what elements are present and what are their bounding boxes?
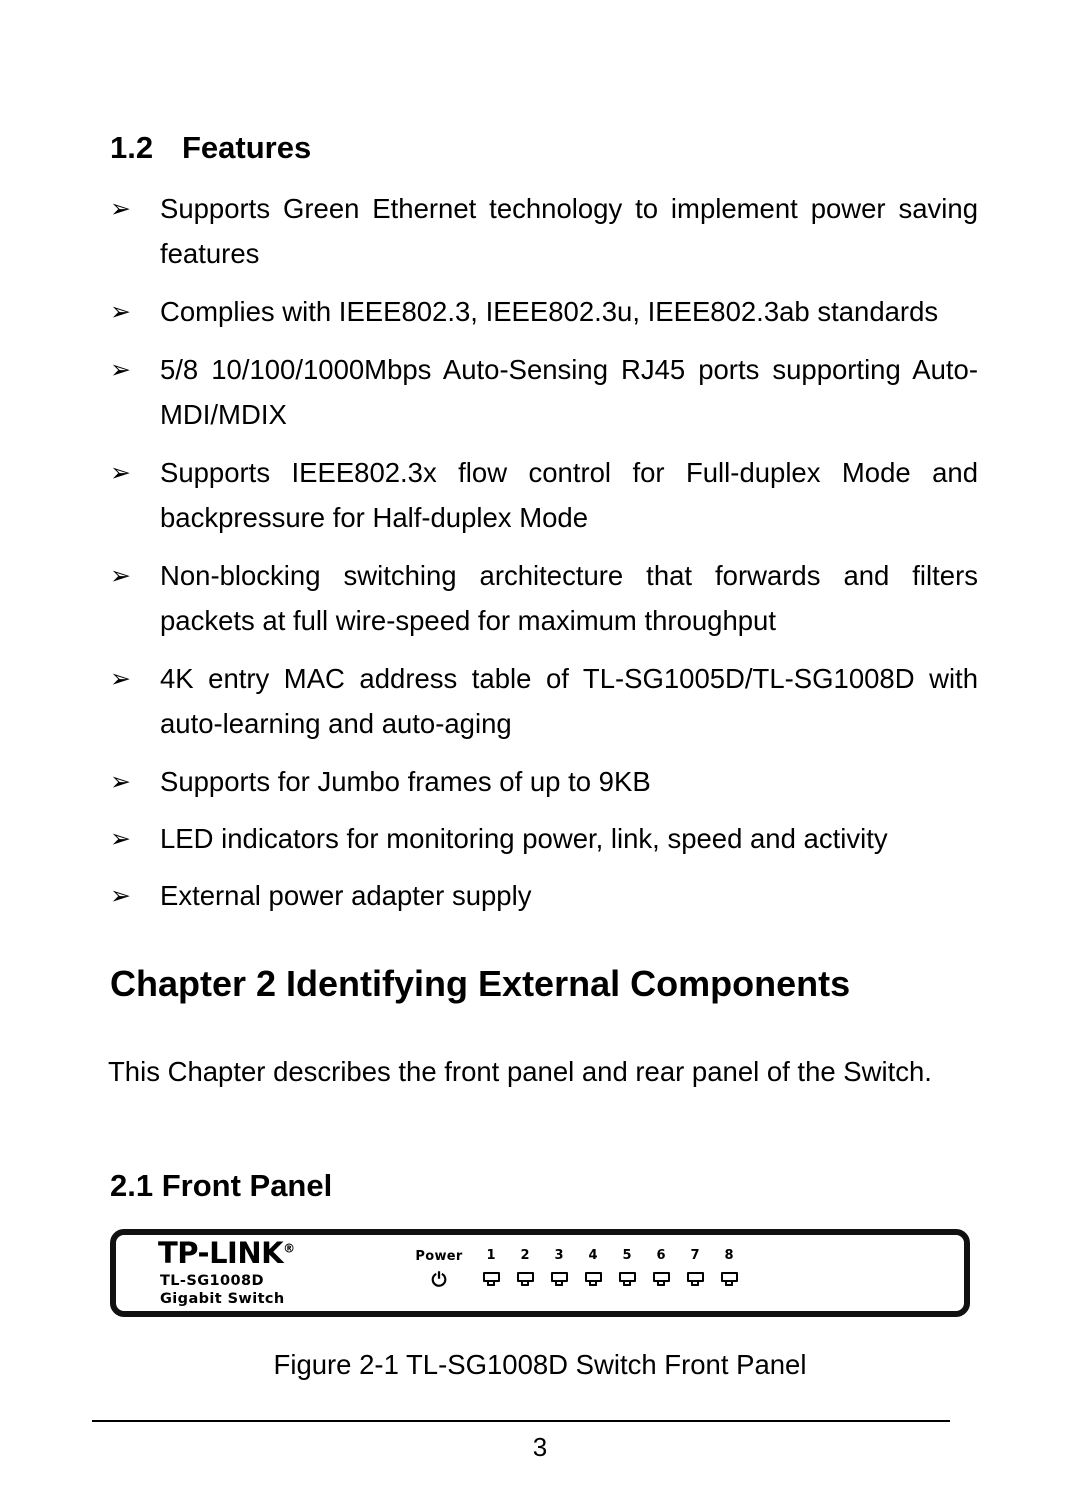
rj45-port-icon — [550, 1272, 568, 1287]
list-item-text: 5/8 10/100/1000Mbps Auto-Sensing RJ45 po… — [160, 354, 978, 430]
port-number-label: 2 — [520, 1248, 530, 1263]
bullet-arrow-icon: ➢ — [110, 194, 131, 223]
section-title: Features — [182, 130, 312, 165]
list-item: ➢ External power adapter supply — [108, 873, 978, 918]
rj45-port-icon — [652, 1272, 670, 1287]
rj45-port-icon — [618, 1272, 636, 1287]
tplink-wordmark: TP-LINK — [158, 1236, 284, 1270]
bullet-arrow-icon: ➢ — [110, 355, 131, 384]
port-group: 5 — [616, 1249, 638, 1287]
port-group: 4 — [582, 1249, 604, 1287]
port-number-label: 6 — [656, 1248, 666, 1263]
list-item: ➢ Non-blocking switching architecture th… — [108, 553, 978, 643]
section-heading-features: 1.2 Features — [110, 130, 311, 166]
list-item-text: LED indicators for monitoring power, lin… — [160, 823, 888, 854]
switch-product-type-label: Gigabit Switch — [160, 1291, 285, 1307]
list-item: ➢ 5/8 10/100/1000Mbps Auto-Sensing RJ45 … — [108, 347, 978, 437]
rj45-tab — [623, 1280, 631, 1286]
rj45-tab — [487, 1280, 495, 1286]
port-group: 8 — [718, 1249, 740, 1287]
features-list: ➢ Supports Green Ethernet technology to … — [108, 186, 978, 930]
rj45-port-icon — [686, 1272, 704, 1287]
switch-model-label: TL-SG1008D — [160, 1273, 264, 1289]
footer-divider — [92, 1420, 950, 1422]
port-number-label: 4 — [588, 1248, 598, 1263]
rj45-port-icon — [720, 1272, 738, 1287]
document-page: 1.2 Features ➢ Supports Green Ethernet te… — [0, 0, 1080, 1511]
list-item-text: External power adapter supply — [160, 880, 532, 911]
list-item: ➢ Supports for Jumbo frames of up to 9KB — [108, 759, 978, 804]
bullet-arrow-icon: ➢ — [110, 881, 131, 910]
list-item: ➢ 4K entry MAC address table of TL-SG100… — [108, 656, 978, 746]
port-number-label: 5 — [622, 1248, 632, 1263]
port-number-label: 7 — [690, 1248, 700, 1263]
port-number-label: 1 — [486, 1248, 496, 1263]
list-item-text: Complies with IEEE802.3, IEEE802.3u, IEE… — [160, 296, 939, 327]
list-item: ➢ Supports IEEE802.3x flow control for F… — [108, 450, 978, 540]
tplink-logo: TP-LINK® — [158, 1236, 295, 1270]
list-item-text: Supports Green Ethernet technology to im… — [160, 193, 978, 269]
switch-front-panel-figure: TP-LINK® TL-SG1008D Gigabit Switch Power… — [110, 1229, 970, 1317]
page-number: 3 — [532, 1432, 548, 1462]
rj45-tab — [657, 1280, 665, 1286]
rj45-tab — [555, 1280, 563, 1286]
list-item: ➢ Complies with IEEE802.3, IEEE802.3u, I… — [108, 289, 978, 334]
power-icon: ⏻ — [431, 1269, 447, 1291]
bullet-arrow-icon: ➢ — [110, 824, 131, 853]
list-item-text: 4K entry MAC address table of TL-SG1005D… — [160, 663, 978, 739]
port-group: 1 — [480, 1249, 502, 1287]
list-item: ➢ Supports Green Ethernet technology to … — [108, 186, 978, 276]
port-group: 6 — [650, 1249, 672, 1287]
rj45-tab — [521, 1280, 529, 1286]
port-number-label: 8 — [724, 1248, 734, 1263]
bullet-arrow-icon: ➢ — [110, 458, 131, 487]
list-item-text: Supports for Jumbo frames of up to 9KB — [160, 766, 651, 797]
bullet-arrow-icon: ➢ — [110, 297, 131, 326]
section-number: 1.2 — [110, 130, 154, 165]
power-indicator-group: Power ⏻ — [407, 1249, 471, 1290]
list-item-text: Supports IEEE802.3x flow control for Ful… — [160, 457, 978, 533]
rj45-tab — [589, 1280, 597, 1286]
list-item-text: Non-blocking switching architecture that… — [160, 560, 978, 636]
rj45-port-icon — [584, 1272, 602, 1287]
power-label: Power — [415, 1249, 463, 1264]
port-group: 3 — [548, 1249, 570, 1287]
chapter-heading: Chapter 2 Identifying External Component… — [110, 963, 851, 1004]
rj45-port-icon — [482, 1272, 500, 1287]
rj45-tab — [725, 1280, 733, 1286]
port-group: 2 — [514, 1249, 536, 1287]
bullet-arrow-icon: ➢ — [110, 664, 131, 693]
bullet-arrow-icon: ➢ — [110, 767, 131, 796]
port-number-label: 3 — [554, 1248, 564, 1263]
bullet-arrow-icon: ➢ — [110, 561, 131, 590]
port-group: 7 — [684, 1249, 706, 1287]
list-item: ➢ LED indicators for monitoring power, l… — [108, 816, 978, 861]
rj45-port-icon — [516, 1272, 534, 1287]
rj45-tab — [691, 1280, 699, 1286]
registered-trademark-icon: ® — [283, 1241, 296, 1256]
chapter-intro-paragraph: This Chapter describes the front panel a… — [108, 1056, 932, 1087]
subsection-heading-front-panel: 2.1 Front Panel — [110, 1168, 333, 1203]
figure-caption: Figure 2-1 TL-SG1008D Switch Front Panel — [273, 1349, 807, 1380]
rj45-port-row: 1 2 3 4 5 6 7 8 — [480, 1249, 740, 1287]
